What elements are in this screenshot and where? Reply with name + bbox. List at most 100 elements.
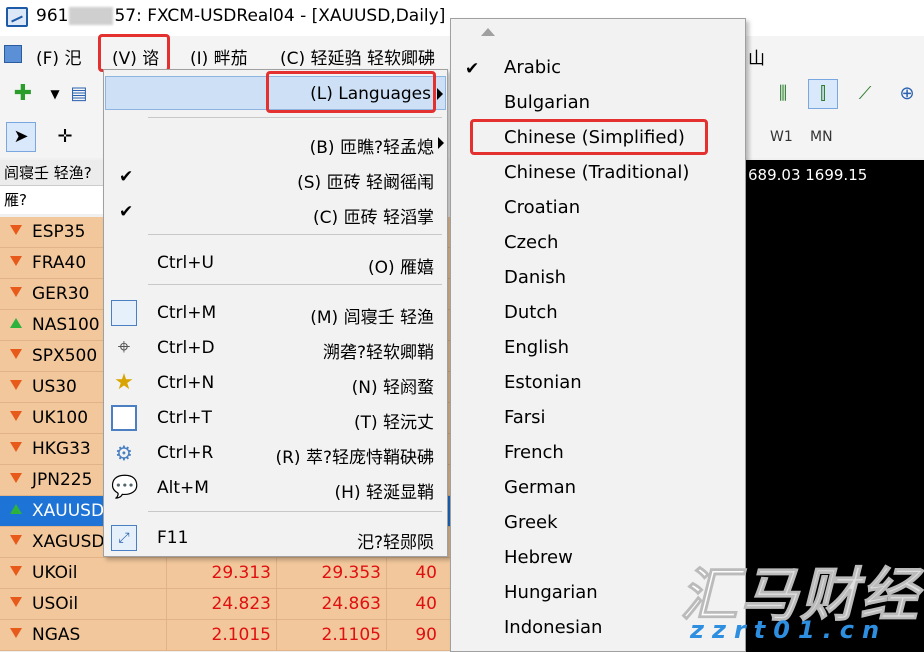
submenu-arrow-icon: [437, 88, 443, 100]
menu-item-charts-bar[interactable]: ✔ (C) 匝砖 轻滔掌: [105, 196, 446, 230]
languages-highlight: [266, 71, 436, 113]
symbol-name: GER30: [32, 284, 90, 304]
symbol-name: NGAS: [32, 625, 81, 645]
column-divider: [166, 620, 167, 651]
symbol-name: XAGUSD: [32, 532, 105, 552]
menu-help[interactable]: 山: [748, 44, 765, 69]
language-item[interactable]: Hungarian: [504, 582, 598, 603]
scroll-up-icon[interactable]: [481, 28, 495, 36]
menu-item-shortcut: Alt+M: [157, 478, 209, 498]
market-watch-header: 闾寝壬 轻渔?: [0, 160, 110, 186]
language-item[interactable]: Indonesian: [504, 617, 602, 638]
menu-item-shortcut: Ctrl+M: [157, 303, 217, 323]
symbol-name: SPX500: [32, 346, 98, 366]
redacted-blur: [69, 7, 114, 25]
menu-item-label: (C) 匝砖 轻滔掌: [313, 208, 434, 228]
column-divider: [386, 558, 387, 589]
bid-value: 29.313: [211, 563, 271, 583]
menu-item-shortcut: Ctrl+R: [157, 443, 214, 463]
check-icon: ✔: [119, 202, 134, 222]
arrow-down-icon: [10, 256, 22, 266]
menu-file[interactable]: (F) 汜: [36, 44, 81, 69]
symbol-name: JPN225: [32, 470, 93, 490]
language-item[interactable]: Farsi: [504, 407, 546, 428]
menu-item-symbols[interactable]: Ctrl+U (O) 雁嬉: [105, 246, 446, 280]
menu-item-terminal[interactable]: Ctrl+T (T) 轻沅丈: [105, 401, 446, 435]
cursor-icon[interactable]: ➤: [6, 122, 36, 152]
menu-item-shortcut: F11: [157, 528, 189, 548]
menu-item-label: (H) 轻涎显鞘: [334, 483, 434, 503]
market-watch-row[interactable]: USOil 24.823 24.863 40: [0, 589, 450, 620]
menu-charts[interactable]: (C) 轻延驺 轻软卿砩: [280, 44, 435, 69]
language-item[interactable]: Dutch: [504, 302, 558, 323]
menu-item-label: 汜?轻郧陨: [356, 533, 434, 553]
menu-separator: [148, 284, 442, 285]
menu-item-label: (R) 萃?轻庞恃鞘砄砩: [275, 448, 434, 468]
menu-item-status-bar[interactable]: ✔ (S) 匝砖 轻阚徭闱: [105, 161, 446, 195]
line-chart-icon[interactable]: ⟋: [850, 79, 880, 109]
language-item[interactable]: German: [504, 477, 576, 498]
new-chart-icon[interactable]: ✚: [8, 79, 38, 109]
language-item[interactable]: Greek: [504, 512, 558, 533]
language-item[interactable]: Estonian: [504, 372, 582, 393]
menu-item-label: 溯砻?轻软卿鞘: [322, 343, 434, 363]
arrow-down-icon: [10, 535, 22, 545]
symbol-name: UKOil: [32, 563, 78, 583]
language-item[interactable]: Chinese (Traditional): [504, 162, 689, 183]
ask-value: 29.353: [321, 563, 381, 583]
arrow-down-icon: [10, 566, 22, 576]
column-divider: [276, 589, 277, 620]
arrow-down-icon: [10, 225, 22, 235]
menu-item-label: (O) 雁嬉: [367, 258, 434, 278]
ask-value: 24.863: [321, 594, 381, 614]
title-suffix: 57: FXCM-USDReal04 - [XAUUSD,Daily]: [114, 6, 446, 26]
language-item[interactable]: Bulgarian: [504, 92, 590, 113]
profiles-icon[interactable]: ▤: [64, 79, 94, 109]
navigator-icon: ★: [114, 370, 134, 395]
menu-insert[interactable]: (I) 畔茄: [190, 44, 248, 69]
menu-item-data-window[interactable]: ⌖ Ctrl+D 溯砻?轻软卿鞘: [105, 331, 446, 365]
language-item[interactable]: French: [504, 442, 564, 463]
column-divider: [276, 620, 277, 651]
menu-item-shortcut: Ctrl+D: [157, 338, 215, 358]
arrow-up-icon: [10, 318, 22, 328]
menu-separator: [148, 511, 442, 512]
language-item[interactable]: Arabic: [504, 57, 561, 78]
crosshair-tool-icon[interactable]: ✛: [50, 122, 80, 152]
menu-item-navigator[interactable]: ★ Ctrl+N (N) 轻阏蝥: [105, 366, 446, 400]
menu-item-strategy-tester[interactable]: ⚙ Ctrl+R (R) 萃?轻庞恃鞘砄砩: [105, 436, 446, 470]
arrow-down-icon: [10, 628, 22, 638]
symbol-name: FRA40: [32, 253, 87, 273]
market-watch-row[interactable]: NGAS 2.1015 2.1105 90: [0, 620, 450, 651]
language-item[interactable]: Czech: [504, 232, 558, 253]
zoom-in-icon[interactable]: ⊕: [892, 79, 922, 109]
bar-chart-icon[interactable]: ⫼: [768, 79, 798, 109]
language-item[interactable]: English: [504, 337, 569, 358]
menu-item-fullscreen[interactable]: ⤢ F11 汜?轻郧陨: [105, 521, 446, 555]
submenu-arrow-icon: [438, 137, 444, 149]
column-divider: [166, 589, 167, 620]
window-menu-icon[interactable]: [4, 45, 22, 63]
menu-item-chat[interactable]: 💬 Alt+M (H) 轻涎显鞘: [105, 471, 446, 505]
bid-value: 24.823: [211, 594, 271, 614]
market-watch-row[interactable]: UKOil 29.313 29.353 40: [0, 558, 450, 589]
candlestick-icon[interactable]: ⫿: [808, 79, 838, 109]
menu-item-market-watch[interactable]: Ctrl+M (M) 闾寝壬 轻渔: [105, 296, 446, 330]
arrow-down-icon: [10, 287, 22, 297]
arrow-down-icon: [10, 442, 22, 452]
column-divider: [386, 620, 387, 651]
check-icon: ✔: [465, 59, 480, 79]
menu-item-toolbars[interactable]: (B) 匝瞧?轻孟熄: [105, 126, 446, 160]
symbol-name: US30: [32, 377, 77, 397]
arrow-down-icon: [10, 473, 22, 483]
menu-item-label: (T) 轻沅丈: [353, 413, 434, 433]
timeframe-w1[interactable]: W1: [770, 129, 793, 145]
terminal-icon: [111, 405, 137, 431]
language-item[interactable]: Croatian: [504, 197, 580, 218]
check-icon: ✔: [119, 167, 134, 187]
menu-item-label: (B) 匝瞧?轻孟熄: [309, 138, 434, 158]
timeframe-mn[interactable]: MN: [810, 129, 833, 145]
language-item[interactable]: Hebrew: [504, 547, 573, 568]
language-item[interactable]: Danish: [504, 267, 566, 288]
symbol-name: ESP35: [32, 222, 86, 242]
